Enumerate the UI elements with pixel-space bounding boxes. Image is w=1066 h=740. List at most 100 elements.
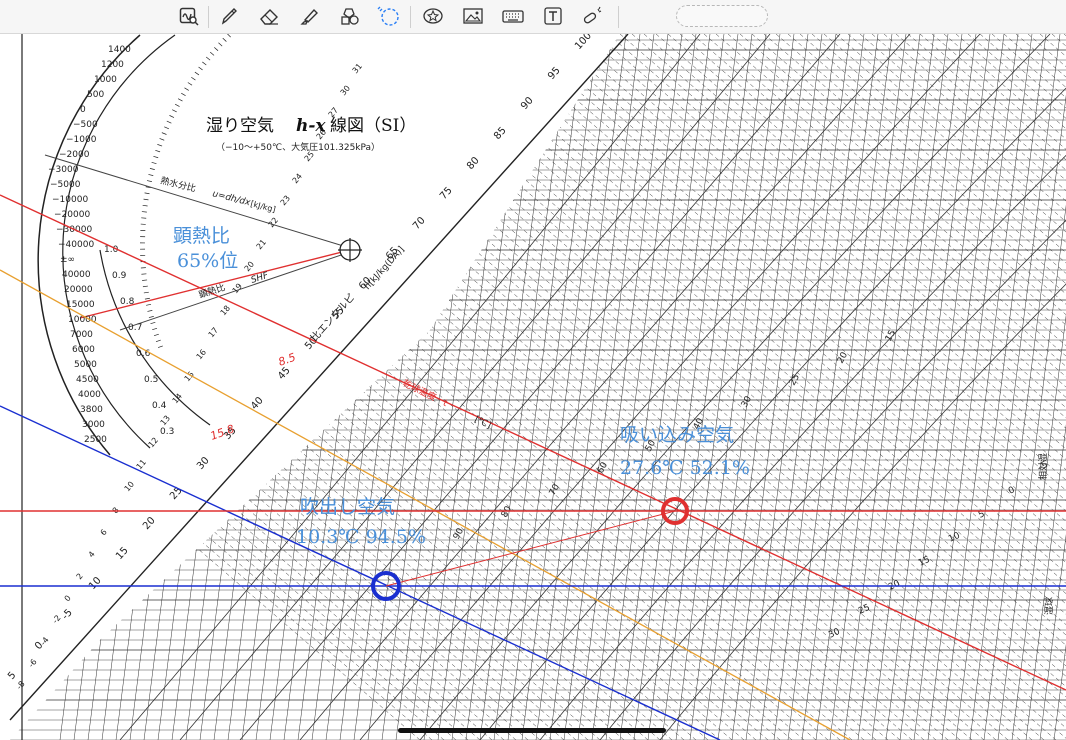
dry-bulb-tick-label: 2 <box>75 572 85 582</box>
chart-title-hx: h-x <box>296 116 326 136</box>
handwriting-search-icon[interactable] <box>176 4 202 28</box>
rh-tick-label: 70 <box>548 482 562 497</box>
dry-bulb-tick-label: 0 <box>63 594 73 604</box>
enthalpy-tick-label: 15 <box>114 545 131 562</box>
home-indicator <box>398 728 666 733</box>
dry-bulb-tick-label: 20 <box>243 260 256 274</box>
protractor-tick-label: 3000 <box>82 420 105 430</box>
shf-note-line1: 顕熱比 <box>173 225 230 247</box>
chart-subtitle: （−10～+50℃、大気圧101.325kPa） <box>216 141 380 153</box>
process-lines <box>0 194 1066 740</box>
dry-bulb-tick-label: 18 <box>219 304 232 318</box>
shf-tick-label: 0.7 <box>128 323 142 333</box>
process-connector <box>385 510 676 587</box>
protractor-tick-label: −500 <box>73 120 98 130</box>
enthalpy-label: 比エンタルピ <box>308 291 357 344</box>
enthalpy-tick-label: 30 <box>195 455 212 472</box>
protractor-tick-label: 1200 <box>101 60 124 70</box>
dry-bulb-tick-label: 19 <box>231 282 244 296</box>
dry-bulb-tick-label: 30 <box>339 84 352 98</box>
enthalpy-tick-label: -5 <box>60 607 75 622</box>
enthalpy-tick-label: 85 <box>492 125 509 142</box>
protractor-tick-label: −5000 <box>50 180 81 190</box>
dry-bulb-tick-label: -8 <box>15 679 27 691</box>
lasso-icon[interactable] <box>376 4 402 28</box>
supply-air-values: 10.3℃ 94.5% <box>296 526 426 548</box>
shf-abbr: SHF <box>250 271 271 286</box>
protractor-tick-label: 4000 <box>78 390 101 400</box>
protractor-tick-label: 20000 <box>64 285 93 295</box>
dry-bulb-tick-label: 13 <box>159 414 172 428</box>
enthalpy-tick-label: 70 <box>411 215 428 232</box>
text-box-icon[interactable] <box>540 4 566 28</box>
enthalpy-tick-label: 5 <box>6 670 18 682</box>
enthalpy-tick-label: 75 <box>438 185 455 202</box>
enthalpy-tick-label: 80 <box>465 155 482 172</box>
shf-tick-label: 0.9 <box>112 271 127 281</box>
shf-tick-label: 0.6 <box>136 349 151 359</box>
dry-bulb-label: 乾球温度 t <box>401 377 450 409</box>
highlighter-icon[interactable] <box>296 4 322 28</box>
protractor-tick-label: 10000 <box>68 315 97 325</box>
dry-bulb-tick-label: 21 <box>255 238 268 252</box>
dry-bulb-tick-label: 10 <box>123 480 136 494</box>
enthalpy-tick-label: 90 <box>519 95 536 112</box>
wet-bulb-tick-label: 15 <box>917 555 932 569</box>
protractor-tick-label: −20000 <box>54 210 90 220</box>
shf-tick-label: 0.3 <box>160 427 174 437</box>
eraser-icon[interactable] <box>256 4 282 28</box>
laser-pointer-icon[interactable] <box>580 4 606 28</box>
document-status-pill[interactable] <box>676 5 768 27</box>
rh-tick-label: 80 <box>500 504 514 519</box>
protractor-tick-label: 1000 <box>94 75 117 85</box>
protractor-tick-label: 5000 <box>74 360 97 370</box>
protractor-tick-label: −1000 <box>66 135 97 145</box>
rh-tick-label: 30 <box>740 394 754 409</box>
protractor-tick-label: 4500 <box>76 375 99 385</box>
protractor-tick-label: 3800 <box>80 405 103 415</box>
dry-bulb-tick-label: 16 <box>195 348 208 362</box>
return-air-values: 27.6℃ 52.1% <box>620 457 750 479</box>
wet-bulb-tick-label: 25 <box>857 603 872 617</box>
rh-label: 相対湿 <box>1037 453 1049 480</box>
protractor-tick-label: 2500 <box>84 435 107 445</box>
image-icon[interactable] <box>460 4 486 28</box>
shf-tick-label: 0.8 <box>120 297 135 307</box>
sticker-icon[interactable] <box>420 4 446 28</box>
rh-tick-label: 20 <box>836 350 850 365</box>
wet-bulb-label: 湿球 <box>1043 597 1055 615</box>
dry-bulb-tick-label: -6 <box>27 657 39 669</box>
dry-bulb-tick-label: 6 <box>99 528 109 538</box>
psychrometric-chart: 50-5101520253035404550556065707580859095… <box>0 34 1066 740</box>
supply-air-label: 吹出し空気 <box>300 496 395 518</box>
enthalpy-tick-label: 10 <box>87 575 104 592</box>
enthalpy-tick-label: 95 <box>546 65 563 82</box>
return-air-label: 吸い込み空気 <box>620 424 734 446</box>
pen-icon[interactable] <box>216 4 242 28</box>
enthalpy-unit: h[kJ/kg(DA)] <box>363 245 407 292</box>
dry-bulb-tick-label: 24 <box>291 172 304 186</box>
dry-bulb-tick-label: 22 <box>267 216 280 230</box>
protractor-formula: u=dh/dx <box>211 189 252 208</box>
protractor-tick-label: ±∞ <box>60 255 75 265</box>
rh-tick-label: 15 <box>884 329 898 344</box>
dry-bulb-tick-label: 17 <box>207 326 220 340</box>
protractor-tick-label: 40000 <box>62 270 91 280</box>
annotation-toolbar <box>0 0 1066 34</box>
protractor-tick-label: 7000 <box>70 330 93 340</box>
enthalpy-tick-label: 20 <box>141 515 158 532</box>
protractor-tick-label: −2000 <box>59 150 90 160</box>
mark-upper: 8.5 <box>277 351 298 369</box>
protractor-tick-label: 6000 <box>72 345 95 355</box>
keyboard-icon[interactable] <box>500 4 526 28</box>
dry-bulb-tick-label: 4 <box>87 550 97 560</box>
protractor-unit: [kJ/kg] <box>250 199 277 214</box>
protractor-tick-label: 500 <box>87 90 104 100</box>
protractor-tick-label: −10000 <box>52 195 88 205</box>
wet-bulb-tick-label: 30 <box>827 627 842 641</box>
chart-title: 湿り空気 <box>206 116 274 136</box>
shapes-icon[interactable] <box>336 4 362 28</box>
rh-tick-label: 90 <box>452 526 466 541</box>
dry-bulb-unit: [℃] <box>473 415 493 432</box>
protractor-tick-label: 0 <box>80 105 86 115</box>
